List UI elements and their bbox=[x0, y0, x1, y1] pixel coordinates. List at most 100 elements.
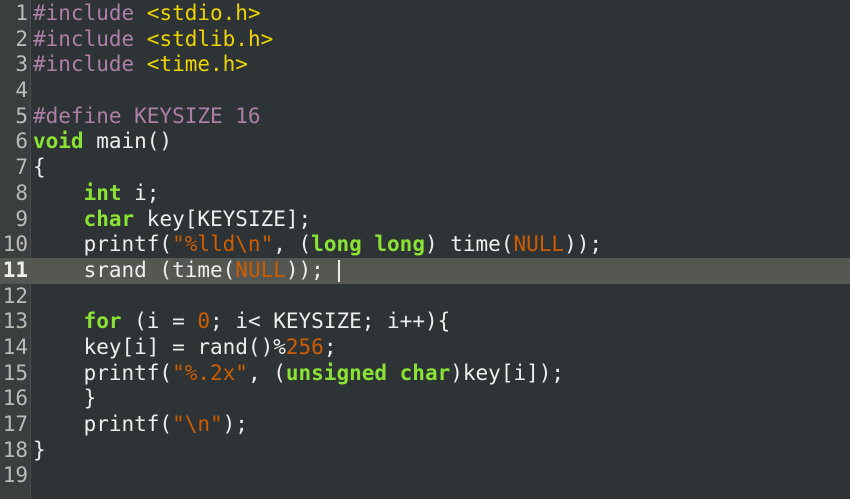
code-line[interactable]: 8 int i; bbox=[0, 181, 850, 207]
line-number: 12 bbox=[2, 283, 28, 308]
line-number: 3 bbox=[15, 52, 28, 77]
code-token: <time.h> bbox=[146, 52, 248, 77]
code-token: ) time( bbox=[424, 232, 514, 257]
code-token: printf( bbox=[33, 412, 173, 436]
code-token: } bbox=[33, 437, 46, 462]
code-token: #define KEYSIZE 16 bbox=[33, 103, 261, 128]
code-token: )key[i]); bbox=[450, 360, 565, 385]
code-token: 256 bbox=[285, 334, 324, 359]
line-number: 5 bbox=[15, 103, 28, 128]
code-line[interactable]: 6 void main() bbox=[0, 129, 850, 155]
code-token: NULL bbox=[235, 257, 286, 282]
code-token: "%.2x" bbox=[172, 360, 248, 385]
code-line[interactable]: 2 #include <stdlib.h> bbox=[0, 27, 850, 53]
code-line[interactable]: 1 #include <stdio.h> bbox=[0, 1, 850, 27]
code-line[interactable]: 19 bbox=[0, 463, 850, 489]
code-text[interactable]: printf("\n"); bbox=[33, 412, 248, 438]
code-token: printf( bbox=[33, 232, 173, 257]
code-token: ; bbox=[323, 334, 337, 359]
line-number: 13 bbox=[2, 309, 28, 334]
code-token: #include bbox=[33, 52, 147, 77]
code-text[interactable]: key[i] = rand()%256; bbox=[33, 334, 337, 361]
line-number: 11 bbox=[2, 257, 28, 282]
code-token: )); bbox=[285, 257, 337, 282]
code-text[interactable]: #include <stdio.h> bbox=[33, 1, 261, 27]
code-token: <stdio.h> bbox=[146, 1, 261, 25]
code-line[interactable]: 3 #include <time.h> bbox=[0, 52, 850, 78]
code-token: void bbox=[33, 129, 84, 154]
code-token: } bbox=[33, 386, 97, 411]
code-text[interactable]: { bbox=[33, 155, 46, 181]
code-line[interactable]: 7{ bbox=[0, 155, 850, 181]
code-line[interactable]: 14 key[i] = rand()%256; bbox=[0, 335, 850, 361]
code-text[interactable]: printf("%.2x", (unsigned char)key[i]); bbox=[33, 361, 564, 387]
code-line[interactable]: 12 bbox=[0, 284, 850, 310]
line-number: 8 bbox=[15, 180, 28, 205]
code-token: #include bbox=[33, 26, 147, 51]
code-text[interactable]: int i; bbox=[33, 180, 160, 207]
code-token: , ( bbox=[247, 360, 286, 385]
code-line[interactable]: 5 #define KEYSIZE 16 bbox=[0, 104, 850, 130]
code-token: key[KEYSIZE]; bbox=[134, 206, 312, 231]
code-token: #include bbox=[33, 1, 147, 25]
code-token: main() bbox=[83, 129, 173, 154]
code-token: i; bbox=[121, 180, 160, 205]
line-number: 16 bbox=[2, 386, 28, 411]
line-number: 10 bbox=[2, 232, 28, 257]
text-cursor bbox=[338, 259, 341, 282]
code-token: srand (time( bbox=[33, 257, 236, 282]
code-line[interactable]: 18} bbox=[0, 438, 850, 464]
code-line[interactable]: 10 printf("%lld\n", (long long) time(NUL… bbox=[0, 232, 850, 258]
code-token: printf( bbox=[33, 360, 173, 385]
code-text[interactable]: } bbox=[33, 386, 97, 412]
code-token: key[i] = rand()% bbox=[33, 334, 286, 359]
code-text[interactable]: printf("%lld\n", (long long) time(NULL))… bbox=[33, 232, 602, 258]
code-token: int bbox=[83, 180, 122, 205]
code-text[interactable]: void main() bbox=[33, 129, 172, 155]
code-line[interactable]: 11 srand (time(NULL)); bbox=[0, 257, 850, 284]
code-text[interactable]: for (i = 0; i< KEYSIZE; i++){ bbox=[33, 309, 451, 335]
code-text[interactable]: } bbox=[33, 438, 46, 464]
code-lines[interactable]: 1 #include <stdio.h> 2 #include <stdlib.h> 3… bbox=[0, 1, 850, 489]
line-number: 7 bbox=[15, 155, 28, 180]
code-token: { bbox=[33, 155, 46, 180]
code-token: "%lld\n" bbox=[172, 232, 274, 257]
code-token: 0 bbox=[197, 309, 211, 334]
code-line[interactable]: 16 } bbox=[0, 386, 850, 412]
line-number: 14 bbox=[2, 334, 28, 359]
code-text[interactable]: srand (time(NULL)); bbox=[33, 257, 341, 284]
code-line[interactable]: 17 printf("\n"); bbox=[0, 412, 850, 438]
code-token: , ( bbox=[273, 232, 312, 257]
code-token: for bbox=[83, 309, 122, 334]
code-text[interactable]: #include <stdlib.h> bbox=[33, 27, 273, 53]
line-number: 18 bbox=[2, 437, 28, 462]
code-token: (i = bbox=[121, 309, 198, 334]
code-token: ; i< KEYSIZE; i++){ bbox=[210, 309, 451, 334]
code-token: unsigned char bbox=[285, 360, 451, 385]
line-number: 17 bbox=[2, 412, 28, 436]
code-token: long long bbox=[311, 232, 425, 257]
code-line[interactable]: 4 bbox=[0, 78, 850, 104]
line-number: 9 bbox=[15, 206, 28, 231]
line-number: 1 bbox=[15, 1, 28, 25]
code-editor[interactable]: 1 #include <stdio.h> 2 #include <stdlib.h> 3… bbox=[0, 0, 850, 499]
code-text[interactable]: char key[KEYSIZE]; bbox=[33, 206, 312, 233]
code-text[interactable]: #include <time.h> bbox=[33, 52, 248, 78]
code-token: ); bbox=[222, 412, 248, 436]
code-text[interactable]: #define KEYSIZE 16 bbox=[33, 104, 261, 130]
line-number: 6 bbox=[15, 129, 28, 154]
line-number: 19 bbox=[2, 463, 28, 488]
code-token: NULL bbox=[513, 232, 565, 257]
code-token: "\n" bbox=[172, 412, 223, 436]
code-line[interactable]: 9 char key[KEYSIZE]; bbox=[0, 207, 850, 233]
code-token: char bbox=[83, 206, 135, 231]
line-number: 2 bbox=[15, 26, 28, 51]
code-line[interactable]: 13 for (i = 0; i< KEYSIZE; i++){ bbox=[0, 309, 850, 335]
code-token: <stdlib.h> bbox=[146, 26, 274, 51]
code-line[interactable]: 15 printf("%.2x", (unsigned char)key[i])… bbox=[0, 361, 850, 387]
line-number: 15 bbox=[2, 360, 28, 385]
line-number: 4 bbox=[15, 78, 28, 103]
